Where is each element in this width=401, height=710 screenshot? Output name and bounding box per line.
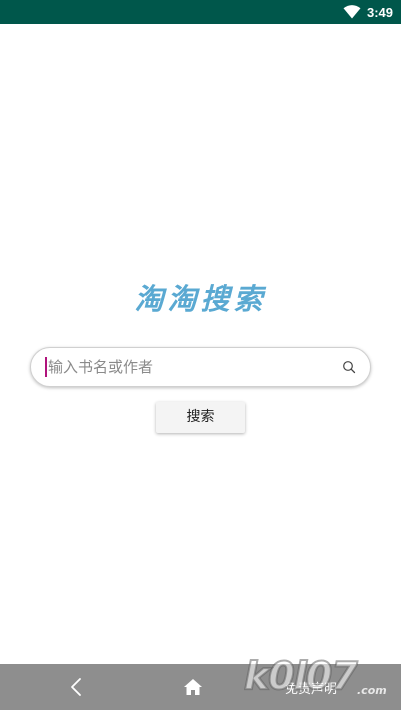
back-icon[interactable]: [68, 677, 86, 697]
search-box[interactable]: [30, 347, 371, 387]
bottom-nav-bar: 免责声明: [0, 664, 401, 710]
text-cursor: [45, 357, 47, 377]
status-bar: 3:49: [0, 0, 401, 24]
wifi-icon: [343, 5, 361, 19]
status-time: 3:49: [366, 4, 393, 20]
home-icon[interactable]: [183, 677, 203, 697]
disclaimer-link[interactable]: 免责声明: [285, 678, 337, 697]
screen: 3:49 淘淘搜索 搜索 免责声明 k0l07 .com: [0, 0, 401, 710]
search-icon[interactable]: [342, 360, 356, 374]
search-button[interactable]: 搜索: [156, 402, 245, 433]
search-input[interactable]: [48, 352, 342, 382]
app-logo-title: 淘淘搜索: [134, 282, 267, 316]
